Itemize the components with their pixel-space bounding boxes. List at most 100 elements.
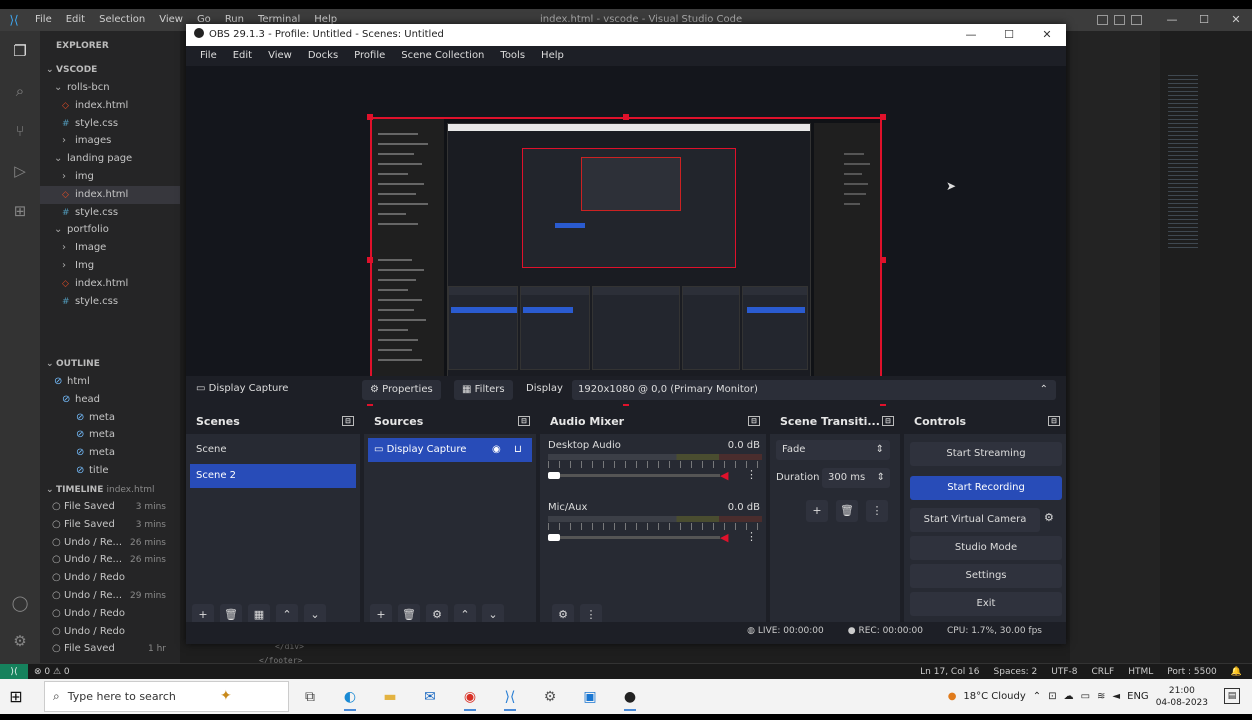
preview-canvas[interactable]	[370, 117, 882, 403]
folder-item[interactable]: ⌄ portfolio	[40, 221, 180, 239]
run-debug-icon[interactable]: ▷	[10, 161, 30, 181]
more-options-icon[interactable]: ⋮	[746, 530, 757, 543]
timeline-item[interactable]: ○ Undo / Re... 26 mins	[40, 534, 180, 552]
vscode-icon[interactable]: ⟩⟨	[490, 681, 530, 712]
exit-button[interactable]: Exit	[910, 592, 1062, 616]
minimize-icon[interactable]: —	[952, 24, 990, 46]
taskbar-search[interactable]: ⌕ Type here to search ✦	[44, 681, 289, 712]
outline-item[interactable]: ⊘ html	[40, 373, 180, 391]
cloud-icon[interactable]: ☁	[1064, 691, 1074, 702]
volume-icon[interactable]: ◄	[1112, 691, 1120, 702]
gear-icon[interactable]: ⚙	[1044, 511, 1054, 524]
resize-handle[interactable]	[880, 257, 886, 263]
timeline-item[interactable]: ○ Undo / Re... 26 mins	[40, 551, 180, 569]
status-item[interactable]: UTF-8	[1051, 664, 1077, 680]
obs-menu-item[interactable]: Scene Collection	[393, 46, 492, 66]
file-explorer-icon[interactable]: ▬	[370, 681, 410, 712]
bell-icon[interactable]: 🔔	[1231, 664, 1242, 680]
folder-item[interactable]: › img	[40, 168, 180, 186]
status-item[interactable]: Ln 17, Col 16	[920, 664, 979, 680]
folder-item[interactable]: › Img	[40, 257, 180, 275]
menu-item-file[interactable]: File	[28, 9, 59, 31]
menu-item-edit[interactable]: Edit	[59, 9, 92, 31]
maximize-icon[interactable]: ☐	[990, 24, 1028, 46]
obs-icon[interactable]: ●	[610, 681, 650, 712]
problems-indicator[interactable]: ⊗ 0 ⚠ 0	[34, 664, 70, 680]
file-item[interactable]: ◇ index.html	[40, 275, 180, 293]
folder-item[interactable]: › Image	[40, 239, 180, 257]
mail-icon[interactable]: ✉	[410, 681, 450, 712]
menu-item-selection[interactable]: Selection	[92, 9, 152, 31]
weather-label[interactable]: 18°C Cloudy	[963, 691, 1025, 702]
layout-toggle-icon[interactable]	[1097, 15, 1108, 25]
studio-mode-button[interactable]: Studio Mode	[910, 536, 1062, 560]
source-item[interactable]: ▭ Display Capture ◉ ⊔	[368, 438, 532, 462]
timeline-item[interactable]: ○ Undo / Redo	[40, 623, 180, 641]
file-item[interactable]: # style.css	[40, 204, 180, 222]
windows-start-icon[interactable]: ⊞	[6, 687, 26, 707]
chrome-icon[interactable]: ◉	[450, 681, 490, 712]
settings-button[interactable]: Settings	[910, 564, 1062, 588]
wifi-icon[interactable]: ≋	[1097, 691, 1105, 702]
speaker-muted-icon[interactable]: ◀	[720, 531, 728, 544]
obs-menu-item[interactable]: Tools	[492, 46, 533, 66]
volume-slider-handle[interactable]	[548, 472, 560, 479]
undock-icon[interactable]: ⊟	[342, 416, 354, 426]
search-icon[interactable]: ⌕	[10, 81, 30, 101]
outline-item[interactable]: ⊘ head	[40, 391, 180, 409]
outline-item[interactable]: ⊘ title	[40, 462, 180, 480]
task-view-icon[interactable]: ⧉	[290, 681, 330, 712]
start-virtual-camera-button[interactable]: Start Virtual Camera	[910, 508, 1040, 532]
clock[interactable]: 21:00 04-08-2023	[1156, 685, 1208, 709]
eye-icon[interactable]: ◉	[492, 438, 501, 462]
minimize-icon[interactable]: —	[1156, 9, 1188, 31]
language-icon[interactable]: ENG	[1127, 691, 1149, 702]
start-streaming-button[interactable]: Start Streaming	[910, 442, 1062, 466]
layout-toggle-icon[interactable]	[1114, 15, 1125, 25]
battery-icon[interactable]: ▭	[1081, 691, 1090, 702]
maximize-icon[interactable]: ☐	[1188, 9, 1220, 31]
menu-item-view[interactable]: View	[152, 9, 190, 31]
timeline-item[interactable]: ○ File Saved 3 mins	[40, 498, 180, 516]
speaker-muted-icon[interactable]: ◀	[720, 469, 728, 482]
scene-item[interactable]: Scene	[190, 438, 356, 462]
obs-menu-item[interactable]: Profile	[346, 46, 393, 66]
undock-icon[interactable]: ⊟	[1048, 416, 1060, 426]
status-item[interactable]: CRLF	[1092, 664, 1115, 680]
more-options-icon[interactable]: ⋮	[866, 500, 888, 522]
edge-icon[interactable]: ◐	[330, 681, 370, 712]
remote-icon[interactable]: ⟩⟨	[0, 664, 28, 680]
photos-icon[interactable]: ▣	[570, 681, 610, 712]
folder-item[interactable]: › images	[40, 132, 180, 150]
obs-menu-item[interactable]: Help	[533, 46, 572, 66]
gear-icon[interactable]: ⚙	[10, 631, 30, 651]
network-icon[interactable]: ⊡	[1048, 691, 1056, 702]
files-icon[interactable]: ❐	[10, 41, 30, 61]
notification-icon[interactable]: ▤	[1224, 688, 1240, 704]
timeline-item[interactable]: ○ Undo / Redo	[40, 569, 180, 587]
file-item[interactable]: # style.css	[40, 115, 180, 133]
duration-input[interactable]: 300 ms ⇕	[822, 468, 890, 488]
outline-item[interactable]: ⊘ meta	[40, 409, 180, 427]
outline-item[interactable]: ⊘ meta	[40, 426, 180, 444]
close-icon[interactable]: ✕	[1028, 24, 1066, 46]
timeline-item[interactable]: ○ File Saved 3 mins	[40, 516, 180, 534]
obs-menu-item[interactable]: File	[192, 46, 225, 66]
minimap[interactable]	[1168, 75, 1198, 250]
timeline-header[interactable]: ⌄ TIMELINE index.html	[40, 481, 180, 499]
obs-menu-item[interactable]: Edit	[225, 46, 260, 66]
file-item[interactable]: ◇ index.html	[40, 97, 180, 115]
timeline-item[interactable]: ○ Undo / Redo	[40, 605, 180, 623]
resize-handle[interactable]	[623, 114, 629, 120]
undock-icon[interactable]: ⊟	[518, 416, 530, 426]
volume-slider[interactable]	[548, 474, 720, 477]
obs-menu-item[interactable]: Docks	[300, 46, 346, 66]
volume-slider-handle[interactable]	[548, 534, 560, 541]
file-item[interactable]: # style.css	[40, 293, 180, 311]
timeline-item[interactable]: ○ File Saved 1 hr	[40, 640, 180, 658]
undock-icon[interactable]: ⊟	[882, 416, 894, 426]
stepper-icon[interactable]: ⇕	[877, 468, 885, 488]
resize-handle[interactable]	[367, 257, 373, 263]
search-highlight-icon[interactable]: ✦	[220, 688, 232, 704]
weather-icon[interactable]: ●	[948, 691, 957, 702]
